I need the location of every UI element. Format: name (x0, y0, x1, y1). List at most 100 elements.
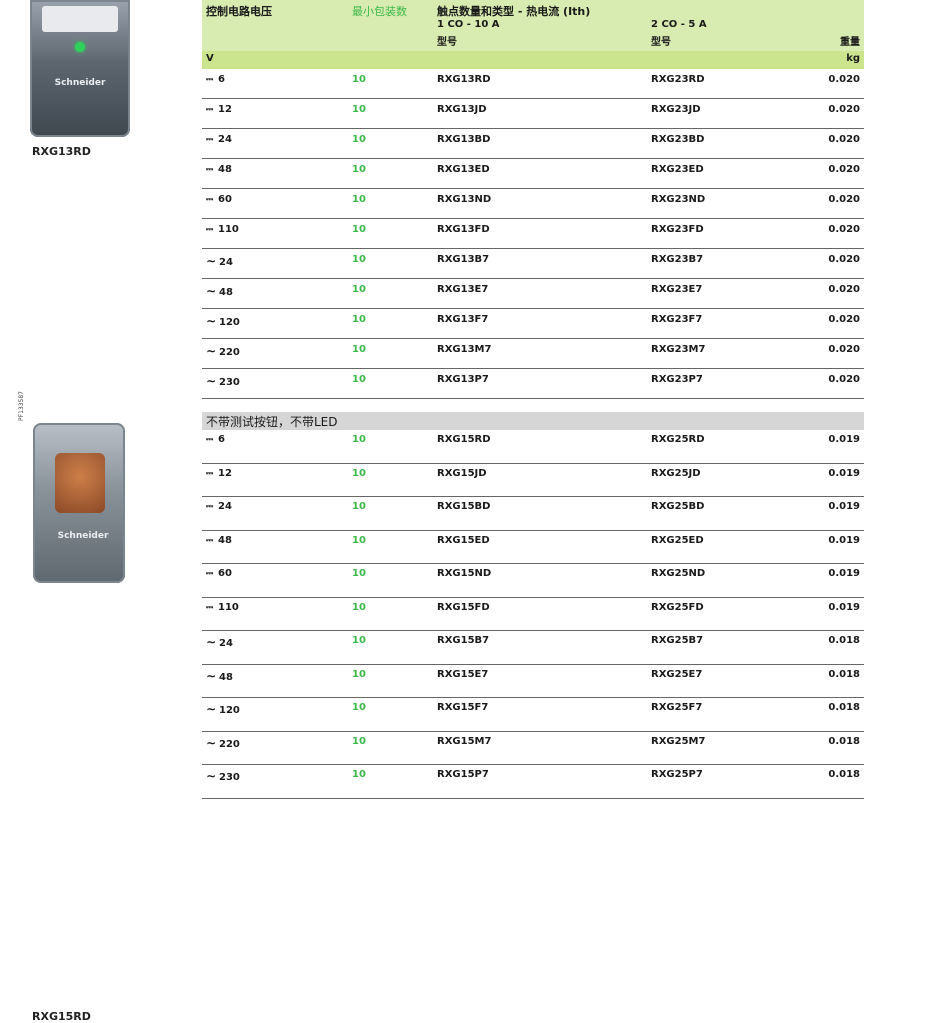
pack-cell: 10 (352, 601, 366, 613)
model-1co-cell: RXG15M7 (437, 735, 492, 747)
voltage-cell: ⎓ 6 (206, 434, 225, 445)
model-2co-cell: RXG25FD (651, 601, 704, 613)
weight-cell: 0.020 (828, 134, 860, 145)
pack-cell: 10 (352, 434, 366, 445)
model-1co-cell: RXG13E7 (437, 284, 489, 295)
model-1co-cell: RXG15JD (437, 467, 487, 479)
table-row: ⎓ 60 10 RXG15ND RXG25ND 0.019 (202, 564, 864, 598)
voltage-value: 230 (219, 377, 240, 388)
pack-cell: 10 (352, 374, 366, 385)
voltage-cell: ∼ 230 (206, 769, 240, 783)
table-row: ⎓ 12 10 RXG13JD RXG23JD 0.020 (202, 99, 864, 129)
dc-symbol-icon: ⎓ (206, 468, 213, 479)
ac-symbol-icon: ∼ (206, 635, 217, 649)
ac-symbol-icon: ∼ (206, 702, 217, 716)
weight-cell: 0.020 (828, 344, 860, 355)
pack-cell: 10 (352, 74, 366, 85)
model-1co-cell: RXG13ED (437, 164, 490, 175)
table-row: ⎓ 60 10 RXG13ND RXG23ND 0.020 (202, 189, 864, 219)
voltage-value: 48 (219, 287, 233, 298)
relay-label-window (42, 6, 118, 32)
relay-reference-table: 控制电路电压 最小包装数 触点数量和类型 - 热电流 (Ith) 1 CO - … (202, 0, 864, 799)
weight-cell: 0.019 (828, 568, 860, 579)
voltage-cell: ∼ 230 (206, 374, 240, 388)
model-2co-cell: RXG25B7 (651, 635, 704, 646)
section-title-bar: 不带测试按钮，不带LED (202, 412, 864, 430)
model-2co-cell: RXG23B7 (651, 254, 704, 265)
voltage-cell: ∼ 48 (206, 669, 233, 683)
model-2co-cell: RXG25ED (651, 534, 704, 546)
pack-cell: 10 (352, 194, 366, 205)
voltage-value: 230 (219, 772, 240, 783)
model-2co-cell: RXG25M7 (651, 735, 706, 747)
pack-cell: 10 (352, 735, 366, 747)
voltage-value: 24 (219, 257, 233, 268)
model-1co-cell: RXG13BD (437, 134, 491, 145)
pack-cell: 10 (352, 104, 366, 115)
pack-cell: 10 (352, 164, 366, 175)
weight-cell: 0.019 (828, 434, 860, 445)
model-1co-cell: RXG15F7 (437, 702, 489, 713)
voltage-value: 220 (219, 738, 240, 750)
voltage-value: 12 (218, 104, 232, 115)
model-2co-cell: RXG23FD (651, 224, 704, 235)
table-row: ∼ 120 10 RXG15F7 RXG25F7 0.018 (202, 698, 864, 732)
pack-cell: 10 (352, 568, 366, 579)
voltage-cell: ⎓ 110 (206, 224, 239, 235)
pack-cell: 10 (352, 254, 366, 265)
model-2co-cell: RXG23P7 (651, 374, 703, 385)
dc-symbol-icon: ⎓ (206, 602, 213, 613)
ac-symbol-icon: ∼ (206, 668, 217, 683)
header-min-pack: 最小包装数 (352, 5, 407, 18)
table-row: ∼ 220 10 RXG15M7 RXG25M7 0.018 (202, 732, 864, 765)
voltage-cell: ∼ 120 (206, 314, 240, 328)
table-row: ⎓ 110 10 RXG15FD RXG25FD 0.019 (202, 598, 864, 631)
weight-cell: 0.019 (828, 601, 860, 613)
header-contacts: 触点数量和类型 - 热电流 (Ith) (437, 5, 591, 18)
relay-photo: Schneider (30, 0, 130, 137)
dc-symbol-icon: ⎓ (206, 569, 213, 579)
header-contact-b: 2 CO - 5 A (651, 19, 707, 30)
voltage-value: 48 (219, 671, 233, 683)
model-1co-cell: RXG13M7 (437, 344, 492, 355)
model-2co-cell: RXG23RD (651, 74, 705, 85)
voltage-cell: ∼ 24 (206, 635, 233, 649)
led-indicator-icon (75, 42, 85, 52)
header-control-voltage: 控制电路电压 (206, 5, 272, 18)
weight-cell: 0.020 (828, 254, 860, 265)
model-2co-cell: RXG23F7 (651, 314, 703, 325)
voltage-value: 24 (218, 134, 232, 145)
voltage-cell: ∼ 220 (206, 736, 240, 750)
table-row: ∼ 24 10 RXG13B7 RXG23B7 0.020 (202, 249, 864, 279)
voltage-value: 60 (218, 568, 232, 579)
voltage-value: 6 (218, 434, 225, 445)
pack-cell: 10 (352, 344, 366, 355)
unit-voltage: V (206, 53, 214, 64)
voltage-value: 120 (219, 317, 240, 328)
model-2co-cell: RXG23BD (651, 134, 705, 145)
model-1co-cell: RXG15RD (437, 434, 491, 445)
dc-symbol-icon: ⎓ (206, 195, 213, 205)
product-caption: RXG13RD (32, 145, 91, 158)
dc-symbol-icon: ⎓ (206, 135, 213, 145)
weight-cell: 0.020 (828, 314, 860, 325)
table-section-no-led: ⎓ 6 10 RXG15RD RXG25RD 0.019 ⎓ 12 10 RXG15JD RXG25… (202, 430, 864, 799)
pack-cell: 10 (352, 134, 366, 145)
model-2co-cell: RXG25E7 (651, 668, 703, 680)
pack-cell: 10 (352, 314, 366, 325)
pack-cell: 10 (352, 668, 366, 680)
table-row: ⎓ 24 10 RXG15BD RXG25BD 0.019 (202, 497, 864, 531)
voltage-value: 110 (218, 601, 239, 613)
weight-cell: 0.018 (828, 735, 860, 747)
voltage-value: 220 (219, 347, 240, 358)
product-panel-rxg15rd: PF133587 Schneider RXG15RD (18, 391, 125, 1023)
pack-cell: 10 (352, 769, 366, 780)
pack-cell: 10 (352, 534, 366, 546)
model-1co-cell: RXG15P7 (437, 769, 489, 780)
voltage-cell: ⎓ 6 (206, 74, 225, 85)
relay-coil (55, 453, 105, 513)
table-header-model-row: 型号 型号 重量 (202, 31, 864, 51)
table-row: ⎓ 48 10 RXG13ED RXG23ED 0.020 (202, 159, 864, 189)
voltage-value: 12 (218, 467, 232, 479)
weight-cell: 0.019 (828, 534, 860, 546)
